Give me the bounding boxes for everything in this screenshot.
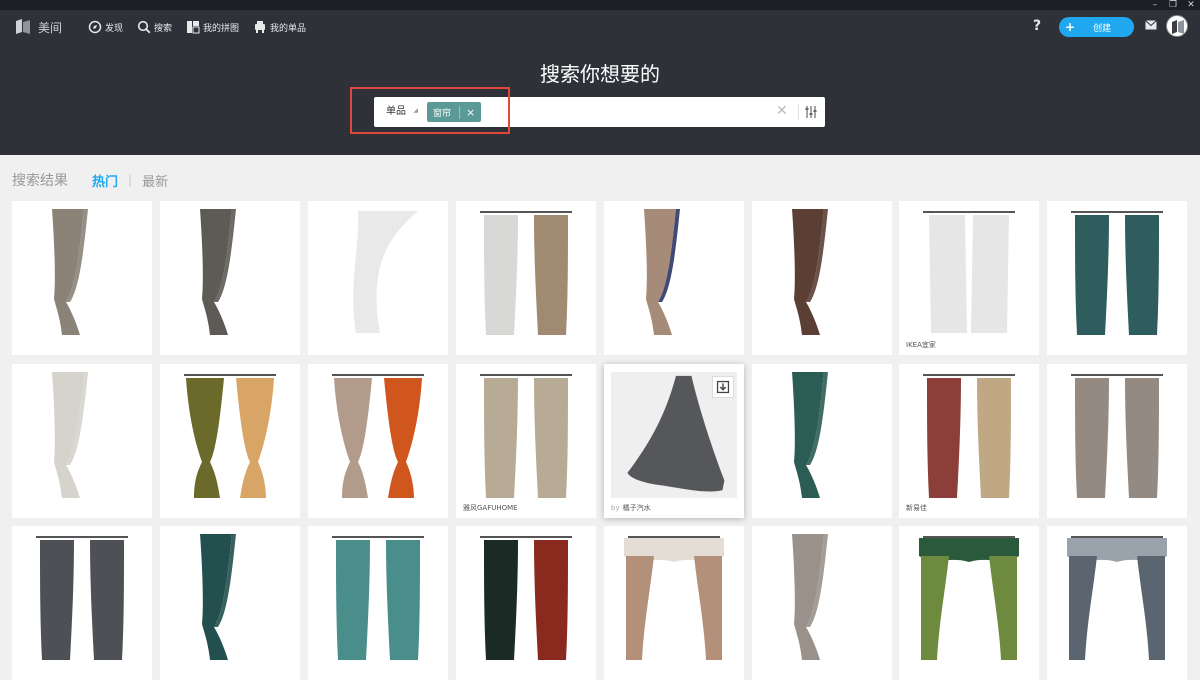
card-caption-text: IKEA宜家 bbox=[906, 341, 936, 349]
curtain-image bbox=[923, 211, 1015, 333]
search-icon bbox=[137, 20, 151, 34]
nav-my-items-label: 我的单品 bbox=[270, 23, 307, 34]
minimize-button[interactable]: – bbox=[1150, 0, 1160, 10]
result-card[interactable] bbox=[456, 526, 596, 680]
card-caption: IKEA宜家 bbox=[906, 340, 936, 350]
curtain-image bbox=[919, 536, 1019, 660]
window-controls: – ❐ ✕ bbox=[1150, 0, 1196, 10]
curtain-image bbox=[624, 536, 724, 660]
card-caption: 雅风GAFUHOME bbox=[463, 503, 518, 513]
result-card[interactable]: 新易佳 bbox=[899, 364, 1039, 518]
highlight-annotation bbox=[350, 87, 510, 134]
result-card[interactable] bbox=[160, 364, 300, 518]
result-card[interactable] bbox=[308, 201, 448, 355]
curtain-image bbox=[200, 209, 236, 335]
result-card[interactable] bbox=[752, 526, 892, 680]
card-caption: 新易佳 bbox=[906, 503, 927, 513]
close-button[interactable]: ✕ bbox=[1186, 0, 1196, 10]
result-card[interactable] bbox=[160, 526, 300, 680]
result-card[interactable] bbox=[308, 364, 448, 518]
card-caption-text: 雅风GAFUHOME bbox=[463, 504, 518, 512]
curtain-image bbox=[644, 209, 680, 335]
curtain-image bbox=[1071, 374, 1163, 498]
result-card[interactable]: IKEA宜家 bbox=[899, 201, 1039, 355]
card-caption-text: 橘子汽水 bbox=[622, 504, 651, 512]
top-header: 美间 发现 搜索 我的拼图 我的单品 ? + 创建 搜索你想要的 单品 ◢ 窗帘… bbox=[0, 10, 1200, 155]
logo[interactable]: 美间 bbox=[14, 18, 62, 36]
result-card[interactable] bbox=[12, 201, 152, 355]
curtain-image bbox=[332, 536, 424, 660]
compass-icon bbox=[88, 20, 102, 34]
item-icon bbox=[255, 21, 266, 33]
nav-discover-label: 发现 bbox=[105, 23, 124, 34]
results-title: 搜索结果 bbox=[12, 173, 68, 189]
download-icon[interactable] bbox=[712, 376, 734, 398]
by-label: by bbox=[611, 504, 620, 512]
result-card[interactable]: 雅风GAFUHOME bbox=[456, 364, 596, 518]
card-caption-text: 新易佳 bbox=[906, 504, 927, 512]
tab-latest[interactable]: 最新 bbox=[142, 171, 168, 190]
curtain-image bbox=[1067, 536, 1167, 660]
result-card[interactable] bbox=[1047, 526, 1187, 680]
results-header: 搜索结果 热门 | 最新 bbox=[12, 170, 168, 190]
nav-search-label: 搜索 bbox=[154, 23, 173, 34]
result-card[interactable] bbox=[1047, 201, 1187, 355]
clear-search-icon[interactable]: ✕ bbox=[776, 103, 788, 119]
filter-icon[interactable] bbox=[804, 105, 818, 119]
plus-icon: + bbox=[1065, 20, 1076, 34]
result-card[interactable] bbox=[1047, 364, 1187, 518]
result-card[interactable] bbox=[456, 201, 596, 355]
curtain-image bbox=[792, 209, 828, 335]
logo-text: 美间 bbox=[38, 20, 63, 35]
curtain-image bbox=[480, 374, 572, 498]
curtain-image bbox=[792, 534, 828, 660]
result-card[interactable]: by 橘子汽水 bbox=[604, 364, 744, 518]
help-icon[interactable]: ? bbox=[1033, 18, 1041, 34]
restore-button[interactable]: ❐ bbox=[1168, 0, 1178, 10]
nav-my-items[interactable]: 我的单品 bbox=[253, 18, 306, 36]
nav-discover[interactable]: 发现 bbox=[88, 18, 123, 36]
tab-hot[interactable]: 热门 bbox=[92, 171, 118, 190]
divider bbox=[798, 104, 799, 120]
curtain-image bbox=[792, 372, 828, 498]
result-card[interactable] bbox=[752, 201, 892, 355]
nav-my-collage-label: 我的拼图 bbox=[203, 23, 240, 34]
curtain-image bbox=[480, 536, 572, 660]
avatar-logo-icon bbox=[1172, 20, 1184, 34]
nav-my-collage[interactable]: 我的拼图 bbox=[186, 18, 239, 36]
curtain-image bbox=[184, 374, 276, 498]
curtain-image bbox=[353, 211, 418, 333]
search-heading: 搜索你想要的 bbox=[540, 62, 660, 86]
result-card[interactable] bbox=[308, 526, 448, 680]
result-card[interactable] bbox=[899, 526, 1039, 680]
curtain-image bbox=[480, 211, 572, 335]
card-caption: by 橘子汽水 bbox=[611, 503, 651, 513]
window-chrome: – ❐ ✕ bbox=[0, 0, 1200, 10]
curtain-image bbox=[200, 534, 236, 660]
collage-icon bbox=[187, 21, 200, 34]
result-card[interactable] bbox=[12, 364, 152, 518]
logo-icon bbox=[16, 19, 30, 34]
main-nav: 发现 搜索 我的拼图 我的单品 bbox=[88, 18, 306, 36]
curtain-image bbox=[52, 209, 88, 335]
tab-separator: | bbox=[128, 173, 133, 187]
curtain-image bbox=[52, 372, 88, 498]
result-card[interactable] bbox=[604, 526, 744, 680]
curtain-image bbox=[332, 374, 424, 498]
nav-search[interactable]: 搜索 bbox=[137, 18, 172, 36]
create-label: 创建 bbox=[1093, 23, 1112, 34]
curtain-image bbox=[36, 536, 128, 660]
result-card[interactable] bbox=[160, 201, 300, 355]
avatar[interactable] bbox=[1166, 15, 1188, 37]
result-card[interactable] bbox=[752, 364, 892, 518]
result-card[interactable] bbox=[12, 526, 152, 680]
result-card[interactable] bbox=[604, 201, 744, 355]
create-button[interactable]: + 创建 bbox=[1059, 17, 1134, 37]
curtain-image bbox=[1071, 211, 1163, 335]
mail-icon[interactable] bbox=[1145, 20, 1157, 30]
curtain-image bbox=[923, 374, 1015, 498]
